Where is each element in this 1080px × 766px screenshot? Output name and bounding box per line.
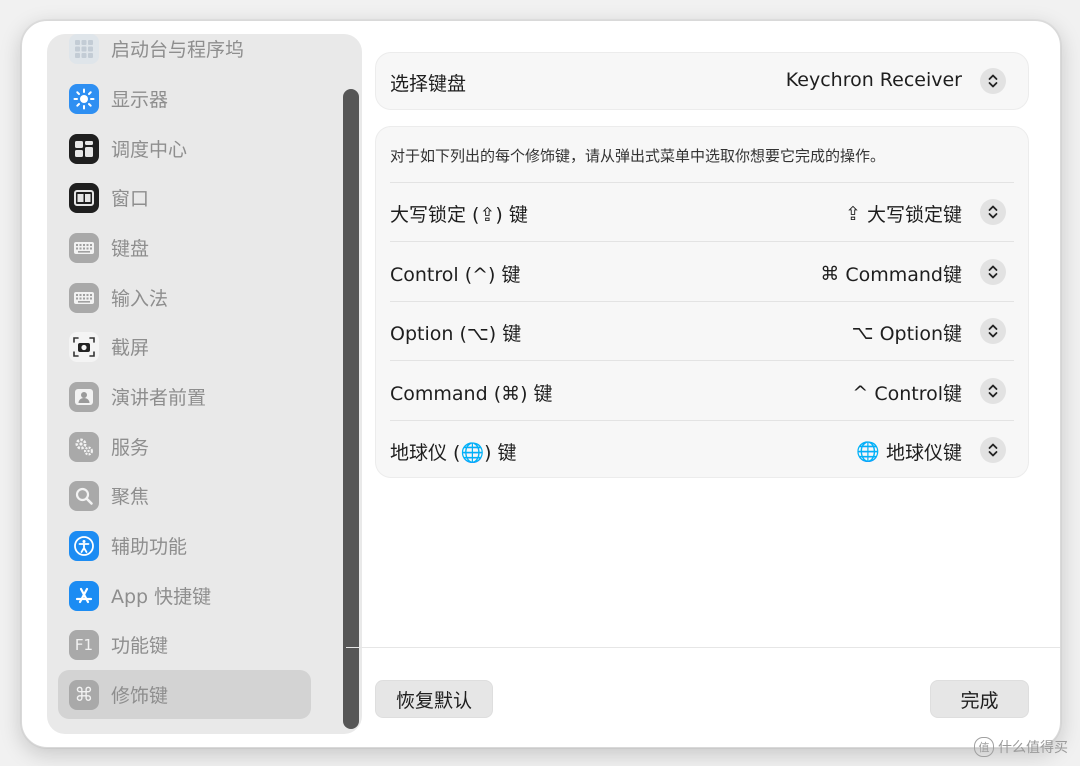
modifier-popup-button-caps-lock[interactable] bbox=[980, 199, 1006, 225]
modifier-row-value-option[interactable]: ⌥ Option键 bbox=[852, 319, 962, 346]
command-key-icon: ⌘ bbox=[69, 679, 99, 710]
modifier-popup-button-command[interactable] bbox=[980, 378, 1006, 404]
chevron-up-down-icon bbox=[988, 324, 998, 338]
sidebar-item-mission-control[interactable]: 调度中心 bbox=[58, 124, 311, 173]
modifier-popup-button-control[interactable] bbox=[980, 259, 1006, 285]
sidebar-item-label: 截屏 bbox=[111, 337, 150, 359]
sidebar-item-label: App 快捷键 bbox=[111, 586, 212, 608]
sidebar-item-label: 辅助功能 bbox=[111, 536, 188, 558]
sidebar-item-input-method[interactable]: 输入法 bbox=[58, 273, 311, 322]
modifier-row-value-text: 大写锁定键 bbox=[866, 204, 962, 226]
modifier-row-label-control: Control (^) 键 bbox=[390, 264, 521, 286]
keyboard-select-value[interactable]: Keychron Receiver bbox=[786, 69, 962, 91]
sidebar-item-displays[interactable]: 显示器 bbox=[58, 74, 311, 123]
row-divider bbox=[390, 420, 1014, 421]
sidebar-item-label: 演讲者前置 bbox=[111, 387, 207, 409]
globe-icon: 🌐 bbox=[856, 441, 880, 463]
sidebar: 启动台与程序坞 显示器 调度中心 窗口 键盘 输入法 截屏 演讲者前置 服务 聚… bbox=[47, 34, 362, 734]
display-brightness-icon bbox=[69, 83, 99, 114]
modifier-popup-button-globe[interactable] bbox=[980, 437, 1006, 463]
row-divider bbox=[390, 182, 1014, 183]
sidebar-item-modifier-keys[interactable]: ⌘ 修饰键 bbox=[58, 670, 311, 719]
chevron-up-down-icon bbox=[988, 265, 998, 279]
screenshot-icon bbox=[69, 331, 99, 362]
sidebar-item-window[interactable]: 窗口 bbox=[58, 173, 311, 222]
keyboard-select-card: 选择键盘 Keychron Receiver bbox=[375, 52, 1029, 110]
watermark: 值 什么值得买 bbox=[974, 737, 1068, 757]
watermark-text: 什么值得买 bbox=[998, 740, 1068, 756]
modifier-row-value-text: Option键 bbox=[879, 323, 962, 345]
modifier-popup-button-option[interactable] bbox=[980, 318, 1006, 344]
sidebar-item-label: 启动台与程序坞 bbox=[111, 39, 245, 61]
modifier-row-value-text: 地球仪键 bbox=[885, 442, 962, 464]
sidebar-item-launchpad[interactable]: 启动台与程序坞 bbox=[58, 34, 311, 73]
sidebar-item-label: 修饰键 bbox=[111, 685, 169, 707]
sidebar-item-label: 键盘 bbox=[111, 238, 150, 260]
sidebar-item-screenshot[interactable]: 截屏 bbox=[58, 322, 311, 371]
keyboard-icon bbox=[69, 232, 99, 263]
function-key-icon: F1 bbox=[69, 629, 99, 660]
sidebar-item-label: 调度中心 bbox=[111, 139, 188, 161]
footer-divider bbox=[346, 647, 1060, 648]
sidebar-item-app-shortcuts[interactable]: App 快捷键 bbox=[58, 571, 311, 620]
modifier-row-label-globe: 地球仪 (🌐) 键 bbox=[390, 442, 517, 464]
row-divider bbox=[390, 241, 1014, 242]
watermark-logo: 值 bbox=[974, 737, 994, 757]
sidebar-item-label: 显示器 bbox=[111, 89, 169, 111]
services-gear-icon bbox=[69, 431, 99, 462]
sidebar-item-spotlight[interactable]: 聚焦 bbox=[58, 471, 311, 520]
sidebar-item-label: 窗口 bbox=[111, 188, 150, 210]
modifier-row-label-command: Command (⌘) 键 bbox=[390, 383, 553, 405]
command-key-icon: ⌘ bbox=[820, 262, 840, 285]
sidebar-item-accessibility[interactable]: 辅助功能 bbox=[58, 521, 311, 570]
sidebar-item-function-keys[interactable]: F1 功能键 bbox=[58, 620, 311, 669]
sidebar-item-keyboard[interactable]: 键盘 bbox=[58, 223, 311, 272]
modifier-row-label-caps-lock: 大写锁定 (⇪) 键 bbox=[390, 204, 528, 226]
app-store-icon bbox=[69, 580, 99, 611]
sidebar-item-label: 输入法 bbox=[111, 288, 169, 310]
caps-lock-icon: ⇪ bbox=[845, 202, 861, 225]
keyboard-select-label: 选择键盘 bbox=[390, 73, 467, 95]
control-key-icon: ^ bbox=[852, 381, 869, 404]
chevron-up-down-icon bbox=[988, 384, 998, 398]
chevron-up-down-icon bbox=[988, 74, 998, 88]
modifier-row-value-globe[interactable]: 🌐 地球仪键 bbox=[856, 438, 962, 465]
modifier-keys-dialog: 启动台与程序坞 显示器 调度中心 窗口 键盘 输入法 截屏 演讲者前置 服务 聚… bbox=[21, 20, 1061, 748]
modifier-row-value-text: Control键 bbox=[874, 383, 962, 405]
done-button[interactable]: 完成 bbox=[930, 680, 1029, 718]
sidebar-item-label: 服务 bbox=[111, 437, 150, 459]
launchpad-icon bbox=[69, 34, 99, 64]
presenter-overlay-icon bbox=[69, 381, 99, 412]
accessibility-icon bbox=[69, 530, 99, 561]
input-method-icon bbox=[69, 282, 99, 313]
chevron-up-down-icon bbox=[988, 443, 998, 457]
modifier-row-label-option: Option (⌥) 键 bbox=[390, 323, 522, 345]
row-divider bbox=[390, 360, 1014, 361]
row-divider bbox=[390, 301, 1014, 302]
modifier-row-value-control[interactable]: ⌘ Command键 bbox=[820, 260, 962, 287]
restore-defaults-button[interactable]: 恢复默认 bbox=[375, 680, 493, 718]
window-icon bbox=[69, 182, 99, 213]
sidebar-item-services[interactable]: 服务 bbox=[58, 422, 311, 471]
modifier-row-value-caps-lock[interactable]: ⇪ 大写锁定键 bbox=[845, 200, 962, 227]
chevron-up-down-icon bbox=[988, 205, 998, 219]
modifier-description: 对于如下列出的每个修饰键，请从弹出式菜单中选取你想要它完成的操作。 bbox=[390, 147, 886, 165]
sidebar-item-presenter-overlay[interactable]: 演讲者前置 bbox=[58, 372, 311, 421]
mission-control-icon bbox=[69, 133, 99, 164]
option-key-icon: ⌥ bbox=[851, 321, 874, 344]
spotlight-search-icon bbox=[69, 480, 99, 511]
sidebar-scrollbar[interactable] bbox=[343, 89, 359, 729]
sidebar-item-label: 功能键 bbox=[111, 635, 169, 657]
modifier-keys-card: 对于如下列出的每个修饰键，请从弹出式菜单中选取你想要它完成的操作。 大写锁定 (… bbox=[375, 126, 1029, 478]
modifier-row-value-text: Command键 bbox=[845, 264, 962, 286]
sidebar-item-label: 聚焦 bbox=[111, 486, 150, 508]
keyboard-select-popup-button[interactable] bbox=[980, 68, 1006, 94]
modifier-row-value-command[interactable]: ^ Control键 bbox=[852, 379, 962, 406]
